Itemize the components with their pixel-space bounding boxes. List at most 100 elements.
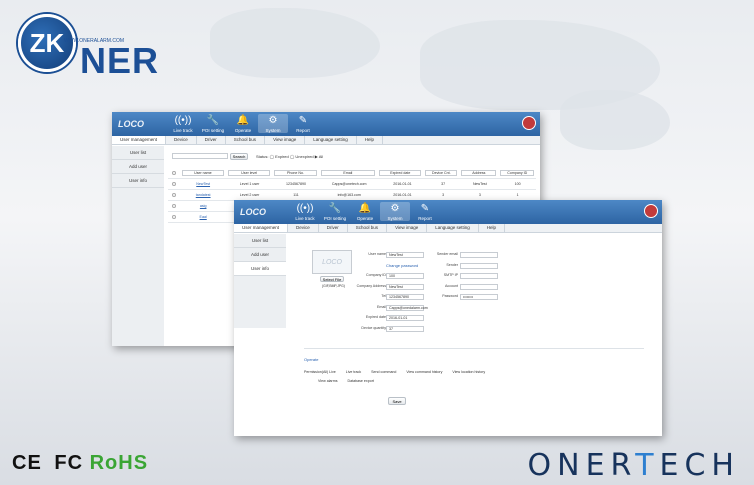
nav-system[interactable]: ⚙ System [258, 114, 288, 133]
form-field[interactable]: 1234567890 [386, 294, 424, 300]
main-nav: ((•)) Live track 🔧 POI setting 🔔 Operate ⚙ S… [168, 114, 318, 133]
tab-user-management[interactable]: User management [234, 224, 289, 232]
tab-driver[interactable]: Driver [197, 136, 226, 144]
form-field[interactable] [460, 283, 498, 290]
main-nav: ((•)) Live track 🔧 POI setting 🔔 Operate ⚙ S… [290, 202, 440, 221]
select-file-button[interactable]: Select File [320, 276, 344, 282]
file-hint: (GIF,BMP,JPG) [322, 284, 345, 288]
top-bar: LOCO ((•)) Live track 🔧 POI setting 🔔 Opera… [234, 200, 662, 224]
logout-button[interactable] [644, 204, 658, 218]
field-label: Company Address [356, 283, 386, 288]
save-button[interactable]: Save [388, 397, 406, 405]
tab-language-setting[interactable]: Language setting [427, 224, 479, 232]
ce-mark: CE [12, 452, 42, 474]
tab-language-setting[interactable]: Language setting [305, 136, 357, 144]
company-logo-preview: LOCO [312, 250, 352, 274]
field-label: SMTP IP [443, 273, 458, 277]
form-field[interactable]: •••••••• [460, 294, 498, 300]
tab-device[interactable]: Device [166, 136, 197, 144]
column-header: User name [181, 170, 225, 176]
row-checkbox[interactable] [172, 171, 176, 175]
status-filter[interactable]: Status: ◯ Expired ◯ Unexpired ▶ All [256, 154, 323, 159]
sidebar-item-user-info[interactable]: User info [234, 262, 286, 276]
search-button[interactable]: Search [230, 153, 248, 160]
table-cell[interactable]: asig [180, 204, 226, 208]
certification-logos: CE FC RoHS [12, 452, 148, 475]
form-field[interactable] [460, 262, 498, 269]
field-label: Expired date [365, 315, 386, 319]
field-label: Sender [446, 262, 458, 267]
permission-checkbox[interactable]: Permission(All) Live [304, 370, 336, 374]
tab-help[interactable]: Help [479, 224, 506, 232]
change-password-link[interactable]: Change password [386, 263, 418, 268]
row-checkbox[interactable] [172, 193, 176, 197]
form-field[interactable]: NewTest [386, 252, 424, 258]
map-shape [560, 90, 670, 150]
form-field[interactable] [460, 273, 498, 279]
column-header: Company ID [500, 170, 535, 176]
tab-device[interactable]: Device [288, 224, 319, 232]
report-icon: ✎ [420, 203, 430, 214]
sidebar: User list Add user User info [234, 234, 286, 328]
permission-checkbox[interactable]: Live track [346, 370, 361, 374]
report-icon: ✎ [298, 115, 308, 126]
sidebar-item-user-info[interactable]: User info [112, 174, 164, 188]
row-checkbox[interactable] [172, 182, 176, 186]
top-bar: LOCO ((•)) Live track 🔧 POI setting 🔔 Opera… [112, 112, 540, 136]
row-checkbox[interactable] [172, 215, 176, 219]
form-field[interactable] [460, 252, 498, 258]
signal-icon: ((•)) [296, 203, 314, 214]
onertech-brand: ONERTECH [527, 448, 740, 483]
tab-bar: User management Device Driver School bus… [234, 224, 662, 233]
permission-checkbox[interactable]: View command history [406, 370, 442, 374]
form-field[interactable]: 37 [386, 325, 424, 332]
sidebar-item-user-list[interactable]: User list [112, 146, 164, 160]
form-field[interactable]: 100 [386, 273, 424, 279]
logout-button[interactable] [522, 116, 536, 130]
signal-icon: ((•)) [174, 115, 192, 126]
nav-report[interactable]: ✎ Report [288, 114, 318, 133]
nav-operate[interactable]: 🔔 Operate [350, 202, 380, 221]
sidebar-item-user-list[interactable]: User list [234, 234, 286, 248]
tab-bar: User management Device Driver School bus… [112, 136, 540, 145]
tab-driver[interactable]: Driver [319, 224, 348, 232]
gear-icon: ⚙ [268, 115, 278, 126]
tab-school-bus[interactable]: School bus [226, 136, 266, 144]
nav-poi-setting[interactable]: 🔧 POI setting [198, 114, 228, 133]
tab-user-management[interactable]: User management [112, 136, 167, 144]
form-field[interactable]: NewTest [386, 283, 424, 290]
table-cell: 111 [293, 193, 299, 197]
table-cell[interactable]: tandatest [180, 193, 226, 197]
permission-checkbox[interactable]: View alarms [318, 379, 338, 383]
form-field[interactable]: Capps@onedalarm.com [386, 304, 428, 311]
nav-poi-setting[interactable]: 🔧 POI setting [320, 202, 350, 221]
permission-checkbox[interactable]: View location history [452, 370, 485, 374]
gear-icon: ⚙ [390, 203, 400, 214]
nav-operate[interactable]: 🔔 Operate [228, 114, 258, 133]
sidebar-item-add-user[interactable]: Add user [234, 248, 286, 262]
tab-help[interactable]: Help [357, 136, 384, 144]
form-field[interactable]: 2016-01-01 [386, 315, 424, 321]
permissions-row: View alarms Database export [318, 379, 374, 383]
permission-checkbox[interactable]: Send command [371, 370, 396, 374]
permission-checkbox[interactable]: Database export [348, 379, 374, 383]
tab-school-bus[interactable]: School bus [348, 224, 388, 232]
front-window: LOCO ((•)) Live track 🔧 POI setting 🔔 Opera… [234, 200, 662, 436]
table-cell[interactable]: Eaal [180, 215, 226, 219]
sidebar: User list Add user User info [112, 146, 164, 346]
nav-system[interactable]: ⚙ System [380, 202, 410, 221]
tab-view-image[interactable]: View image [265, 136, 306, 144]
app-logo: LOCO [240, 207, 266, 217]
sidebar-item-add-user[interactable]: Add user [112, 160, 164, 174]
nav-live-track[interactable]: ((•)) Live track [168, 114, 198, 133]
table-cell: 100 [514, 182, 521, 186]
search-input[interactable] [172, 153, 228, 159]
field-label: Account [445, 283, 458, 288]
tab-view-image[interactable]: View image [387, 224, 428, 232]
row-checkbox[interactable] [172, 204, 176, 208]
column-header: Address [461, 170, 497, 176]
nav-report[interactable]: ✎ Report [410, 202, 440, 221]
nav-live-track[interactable]: ((•)) Live track [290, 202, 320, 221]
table-cell[interactable]: NewTest [180, 182, 226, 186]
table-cell: NewTest [472, 182, 487, 186]
